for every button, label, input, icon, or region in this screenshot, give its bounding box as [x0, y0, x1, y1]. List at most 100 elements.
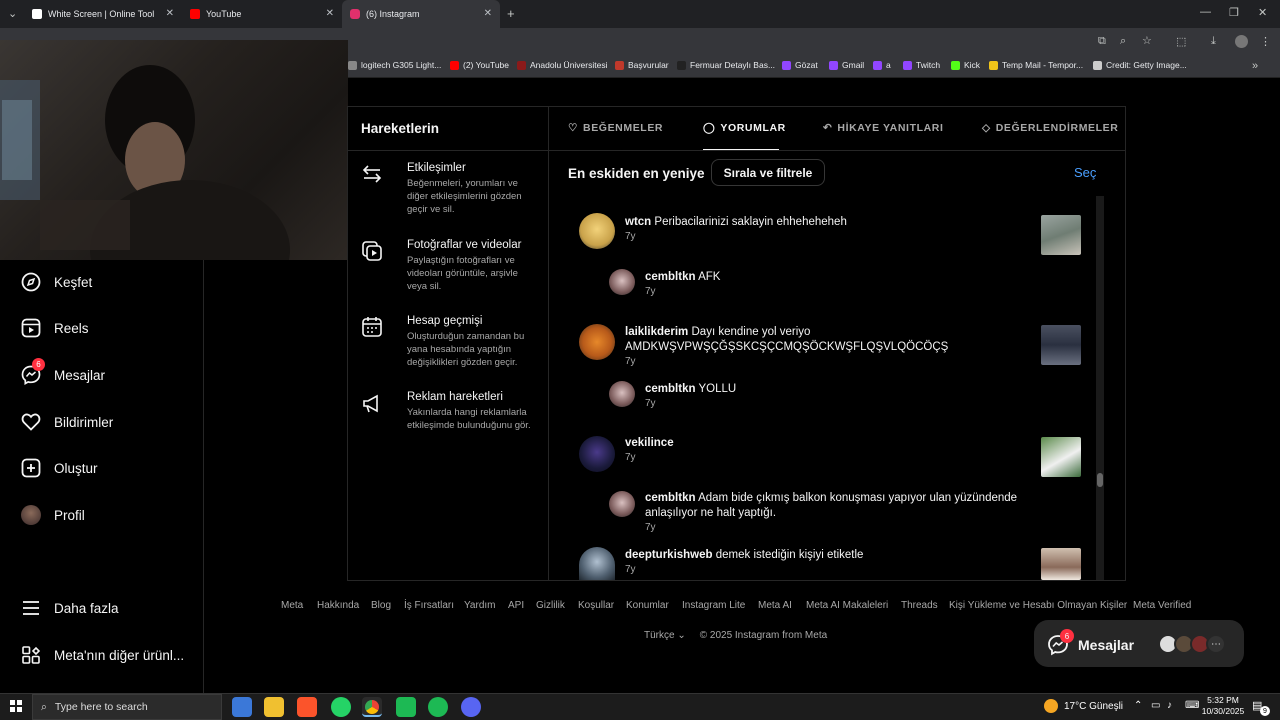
footer-link[interactable]: Threads: [901, 600, 938, 611]
avatar[interactable]: [579, 547, 615, 580]
footer-link[interactable]: Gizlilik: [536, 600, 565, 611]
nav-explore[interactable]: Keşfet: [20, 271, 92, 293]
footer-link[interactable]: İş Fırsatları: [404, 600, 454, 611]
username[interactable]: cembltkn: [645, 492, 696, 504]
username[interactable]: deepturkishweb: [625, 549, 713, 561]
bookmark-item[interactable]: Twitch: [903, 60, 940, 70]
bookmark-item[interactable]: Kick: [951, 60, 980, 70]
bookmark-item[interactable]: logitech G305 Light...: [348, 60, 441, 70]
tab-youtube[interactable]: YouTube ✕: [182, 0, 342, 28]
maximize-icon[interactable]: ❐: [1229, 6, 1239, 19]
username[interactable]: cembltkn: [645, 383, 696, 395]
select-link[interactable]: Seç: [1074, 165, 1096, 180]
profile-avatar[interactable]: [1235, 35, 1248, 48]
nav-reels[interactable]: Reels: [20, 317, 89, 339]
close-icon[interactable]: ✕: [484, 8, 492, 19]
minimize-icon[interactable]: —: [1200, 6, 1211, 18]
footer-link[interactable]: Konumlar: [626, 600, 669, 611]
bookmark-item[interactable]: Gözat: [782, 60, 818, 70]
username[interactable]: cembltkn: [645, 271, 696, 283]
avatar[interactable]: [609, 269, 635, 295]
username[interactable]: vekilince: [625, 437, 674, 449]
taskbar-search[interactable]: ⌕ Type here to search: [32, 694, 222, 720]
tab-instagram[interactable]: (6) Instagram ✕: [342, 0, 500, 28]
nav-more[interactable]: Daha fazla: [20, 597, 119, 619]
tab-white-screen[interactable]: White Screen | Online Tool ✕: [24, 0, 182, 28]
nav-messages[interactable]: 6 Mesajlar: [20, 358, 105, 386]
username[interactable]: laiklikderim: [625, 326, 688, 338]
chrome-icon[interactable]: [362, 697, 382, 717]
install-icon[interactable]: ⧉: [1098, 35, 1106, 48]
footer-link[interactable]: Meta AI: [758, 600, 792, 611]
new-tab-icon[interactable]: +: [507, 6, 515, 21]
footer-link[interactable]: Koşullar: [578, 600, 614, 611]
bookmark-item[interactable]: Fermuar Detaylı Bas...: [677, 60, 775, 70]
post-thumbnail[interactable]: [1041, 437, 1081, 477]
footer-link[interactable]: Meta Verified: [1133, 600, 1191, 611]
bookmark-item[interactable]: (2) YouTube: [450, 60, 509, 70]
menu-ad-activity[interactable]: Reklam hareketleri Yakınlarda hangi rekl…: [407, 391, 537, 432]
menu-icon[interactable]: ⋮: [1260, 35, 1271, 48]
username[interactable]: wtcn: [625, 216, 651, 228]
footer-link[interactable]: Yardım: [464, 600, 496, 611]
avatar[interactable]: [579, 436, 615, 472]
whatsapp-icon[interactable]: [331, 697, 351, 717]
star-icon[interactable]: ☆: [1142, 34, 1152, 47]
menu-photos-videos[interactable]: Fotoğraflar ve videolar Paylaştığın foto…: [407, 239, 537, 293]
footer-link[interactable]: Meta AI Makaleleri: [806, 600, 888, 611]
language-select[interactable]: Türkçe ⌄: [644, 630, 686, 641]
bookmark-item[interactable]: Anadolu Üniversitesi: [517, 60, 607, 70]
tab-likes[interactable]: ♡ BEĞENMELER: [568, 122, 663, 134]
close-icon[interactable]: ✕: [326, 8, 334, 19]
menu-account-history[interactable]: Hesap geçmişi Oluşturduğun zamandan bu y…: [407, 315, 537, 369]
app-icon[interactable]: [396, 697, 416, 717]
footer-link[interactable]: Hakkında: [317, 600, 359, 611]
volume-icon[interactable]: ♪: [1167, 700, 1172, 711]
scrollbar-thumb[interactable]: [1097, 473, 1103, 487]
tray-chevron-icon[interactable]: ⌃: [1134, 700, 1142, 711]
network-icon[interactable]: ▭: [1151, 700, 1160, 711]
footer-link[interactable]: API: [508, 600, 524, 611]
tab-search-icon[interactable]: ⌄: [8, 7, 17, 20]
footer-link[interactable]: Instagram Lite: [682, 600, 745, 611]
nav-notifications[interactable]: Bildirimler: [20, 411, 113, 433]
extensions-icon[interactable]: ⬚: [1176, 35, 1186, 48]
nav-meta-products[interactable]: Meta'nın diğer ürünl...: [20, 644, 184, 666]
more-bookmarks-icon[interactable]: »: [1252, 60, 1258, 72]
bookmark-item[interactable]: Gmail: [829, 60, 864, 70]
avatar[interactable]: [609, 491, 635, 517]
file-explorer-icon[interactable]: [264, 697, 284, 717]
footer-link[interactable]: Kişi Yükleme ve Hesabı Olmayan Kişiler: [949, 600, 1127, 611]
close-icon[interactable]: ✕: [166, 8, 174, 19]
tab-comments[interactable]: ◯ YORUMLAR: [703, 122, 786, 134]
spotify-icon[interactable]: [428, 697, 448, 717]
window-close-icon[interactable]: ✕: [1258, 6, 1267, 19]
bookmark-item[interactable]: Başvurular: [615, 60, 669, 70]
download-icon[interactable]: ⤓: [1211, 35, 1216, 48]
weather-text[interactable]: 17°C Güneşli: [1064, 701, 1123, 712]
windows-start-icon[interactable]: [10, 700, 22, 712]
sort-filter-button[interactable]: Sırala ve filtrele: [711, 159, 825, 186]
menu-interactions[interactable]: Etkileşimler Beğenmeleri, yorumları ve d…: [407, 162, 537, 216]
tab-reviews[interactable]: ◇ DEĞERLENDİRMELER: [982, 122, 1118, 134]
language-icon[interactable]: ⌨: [1185, 700, 1199, 711]
scrollbar[interactable]: [1096, 196, 1104, 580]
bookmark-item[interactable]: a: [873, 60, 891, 70]
nav-profile[interactable]: Profil: [20, 504, 85, 526]
discord-icon[interactable]: [461, 697, 481, 717]
post-thumbnail[interactable]: [1041, 325, 1081, 365]
avatar[interactable]: [579, 213, 615, 249]
nav-create[interactable]: Oluştur: [20, 457, 98, 479]
footer-link[interactable]: Blog: [371, 600, 391, 611]
footer-link[interactable]: Meta: [281, 600, 303, 611]
avatar[interactable]: [579, 324, 615, 360]
app-icon[interactable]: [232, 697, 252, 717]
avatar[interactable]: [609, 381, 635, 407]
tab-story-replies[interactable]: ↶ HİKAYE YANITLARI: [823, 122, 943, 134]
bookmark-item[interactable]: Credit: Getty Image...: [1093, 60, 1187, 70]
bookmark-item[interactable]: Temp Mail - Tempor...: [989, 60, 1083, 70]
brave-icon[interactable]: [297, 697, 317, 717]
clock[interactable]: 5:32 PM 10/30/2025: [1200, 695, 1246, 717]
post-thumbnail[interactable]: [1041, 215, 1081, 255]
zoom-icon[interactable]: ⌕: [1120, 35, 1126, 48]
